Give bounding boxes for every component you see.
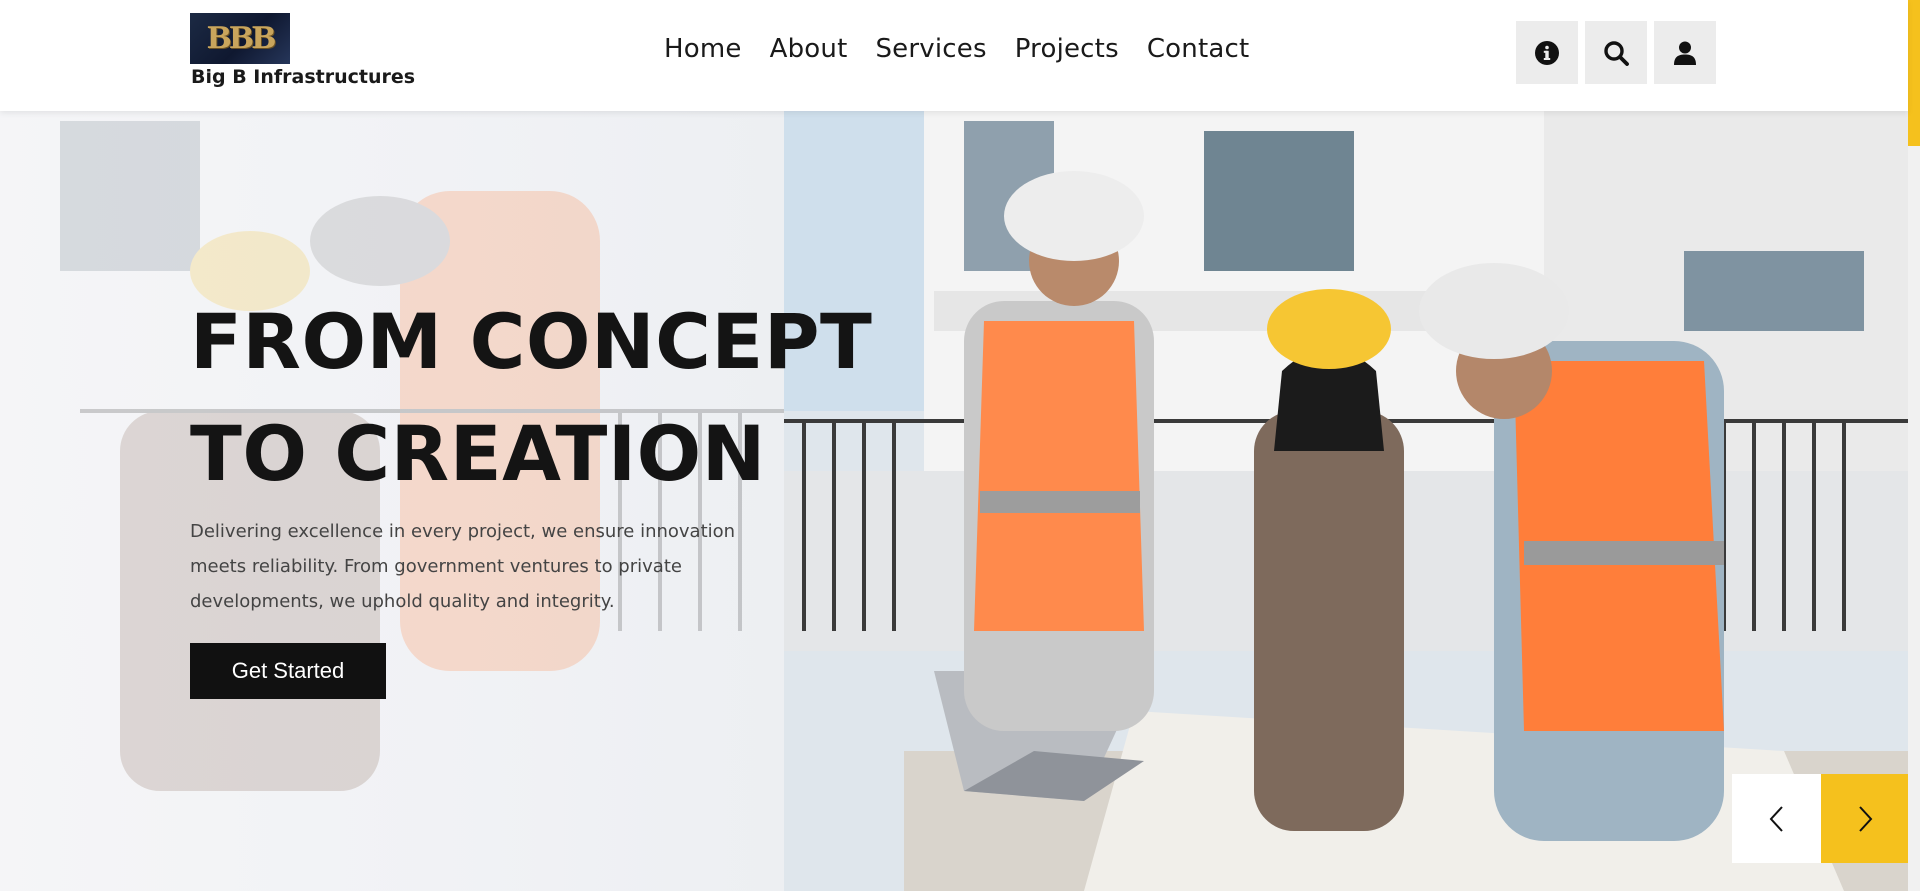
hero-title-line-1: FROM CONCEPT xyxy=(190,297,873,386)
nav-home-link[interactable]: Home xyxy=(664,34,742,64)
hero-description: Delivering excellence in every project, … xyxy=(190,521,736,612)
site-header: BBB Big B Infrastructures Home About Ser… xyxy=(0,0,1908,111)
info-button[interactable] xyxy=(1516,21,1578,84)
search-button[interactable] xyxy=(1585,21,1647,84)
brand-name: Big B Infrastructures xyxy=(191,66,416,88)
scrollbar-thumb[interactable] xyxy=(1908,0,1920,146)
hero-section: FROM CONCEPT TO CREATION Delivering exce… xyxy=(0,111,1908,891)
info-icon xyxy=(1535,40,1559,65)
nav-projects-link[interactable]: Projects xyxy=(1015,34,1119,64)
account-button[interactable] xyxy=(1654,21,1716,84)
hero-text-overlay: FROM CONCEPT TO CREATION Delivering exce… xyxy=(0,111,872,891)
chevron-right-icon xyxy=(1858,805,1872,832)
nav-about-link[interactable]: About xyxy=(770,34,848,64)
hero-title: FROM CONCEPT TO CREATION xyxy=(190,286,872,510)
nav-contact-link[interactable]: Contact xyxy=(1147,34,1250,64)
get-started-button[interactable]: Get Started xyxy=(190,643,386,699)
logo-mark: BBB xyxy=(206,21,276,56)
main-nav: Home About Services Projects Contact xyxy=(664,34,1249,64)
search-icon xyxy=(1604,40,1629,66)
slider-next-button[interactable] xyxy=(1821,774,1908,863)
nav-services-link[interactable]: Services xyxy=(875,34,986,64)
page-scrollbar[interactable] xyxy=(1908,0,1920,891)
slider-prev-button[interactable] xyxy=(1732,774,1821,863)
chevron-left-icon xyxy=(1769,805,1783,832)
user-icon xyxy=(1674,41,1696,65)
company-logo[interactable]: BBB xyxy=(190,13,290,64)
hero-title-line-2: TO CREATION xyxy=(190,409,766,498)
